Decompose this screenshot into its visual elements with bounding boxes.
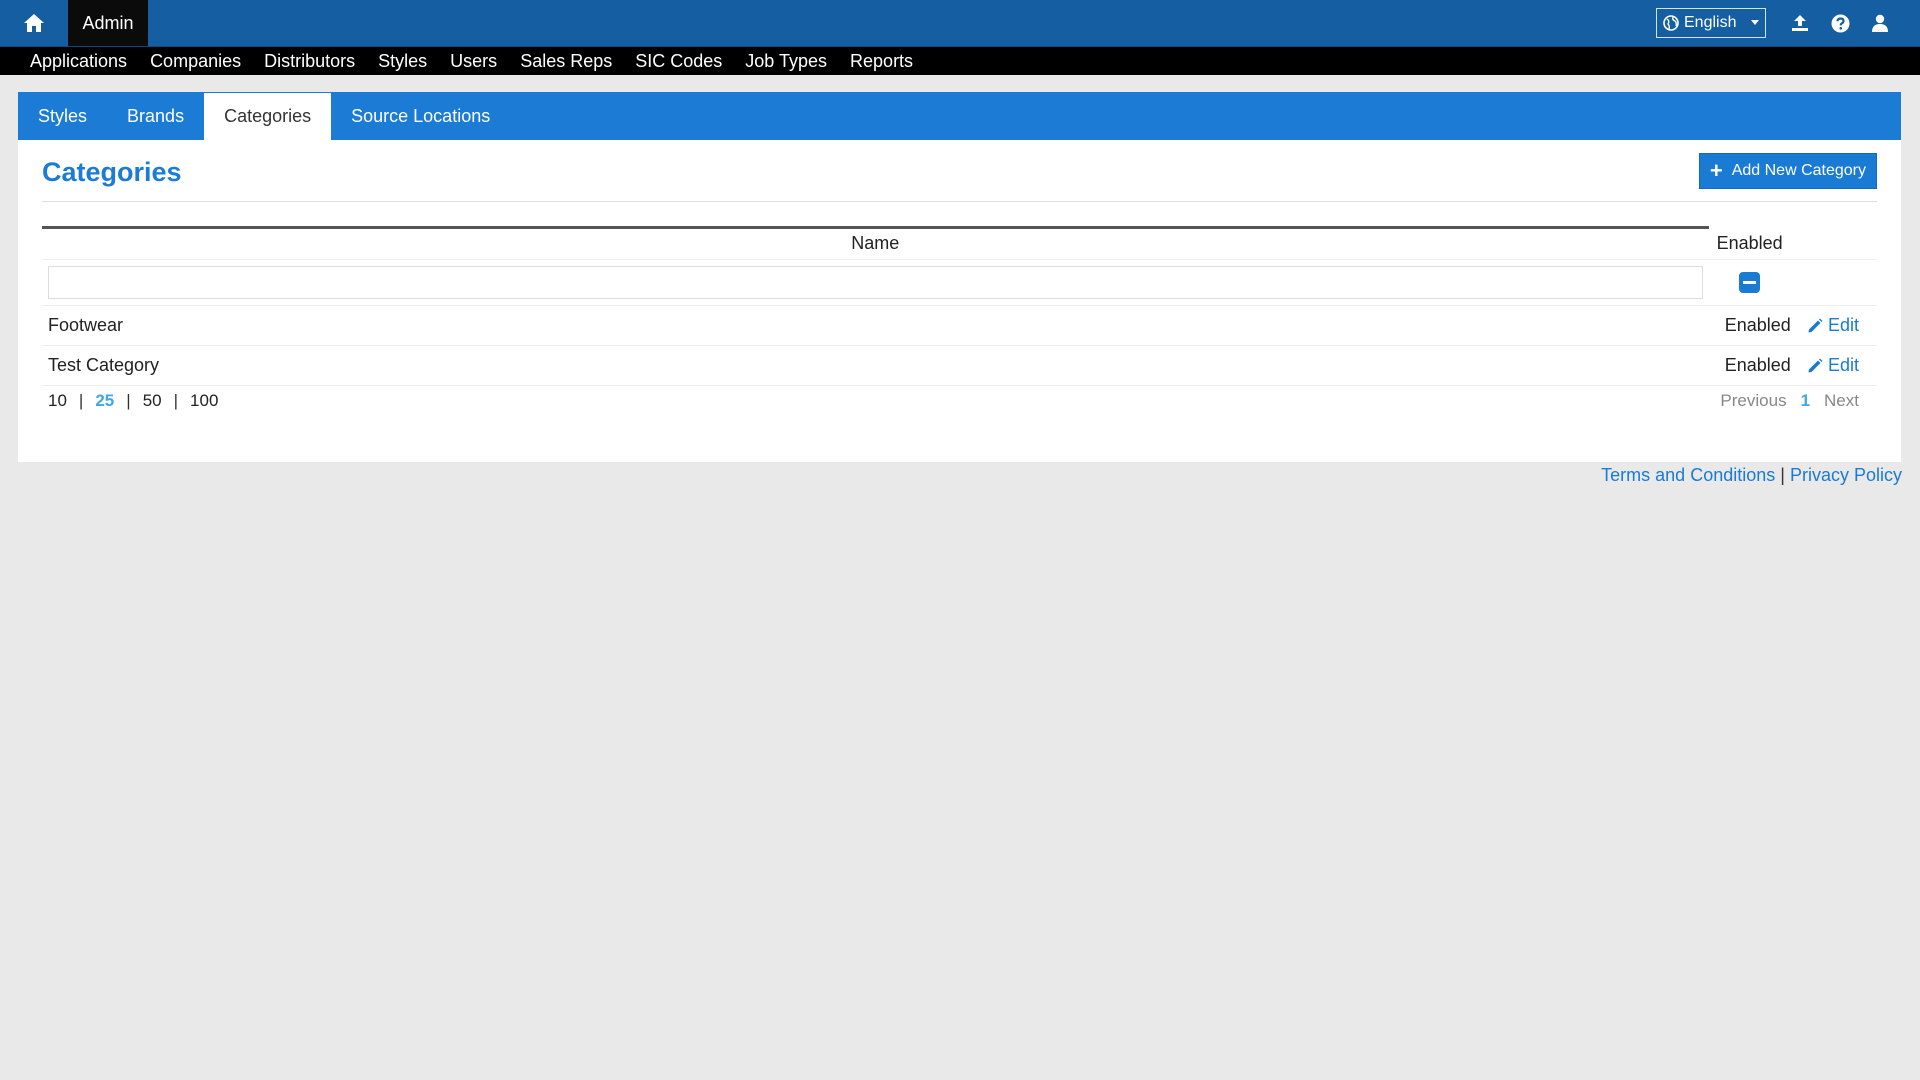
edit-label: Edit: [1827, 315, 1859, 335]
upload-button[interactable]: [1780, 3, 1820, 43]
filter-row: [42, 259, 1877, 306]
categories-panel: Categories + Add New Category Name Enabl…: [18, 140, 1901, 462]
page-size-10[interactable]: 10: [48, 391, 67, 411]
column-header-enabled[interactable]: Enabled: [1709, 228, 1791, 260]
page-size-100[interactable]: 100: [190, 391, 218, 411]
panel-header: Categories + Add New Category: [42, 140, 1877, 202]
top-bar-left: Admin: [0, 0, 148, 46]
page-size-separator: |: [126, 390, 131, 410]
next-page-button[interactable]: Next: [1824, 391, 1859, 411]
home-icon: [24, 14, 44, 32]
enabled-filter-cell: [1708, 259, 1791, 306]
category-name: Test Category: [42, 345, 1709, 386]
home-button[interactable]: [0, 0, 68, 46]
nav-item-companies[interactable]: Companies: [150, 47, 241, 75]
nav-item-sales-reps[interactable]: Sales Reps: [520, 47, 612, 75]
terms-link[interactable]: Terms and Conditions: [1601, 465, 1775, 485]
tab-brands[interactable]: Brands: [107, 92, 204, 140]
tab-categories[interactable]: Categories: [204, 93, 332, 140]
category-status: Enabled: [1708, 305, 1791, 346]
language-select[interactable]: English: [1656, 8, 1766, 38]
page-size-selector: 10 | 25 | 50 | 100: [42, 391, 1709, 411]
pagination-cell: Previous 1 Next: [1708, 385, 1877, 416]
help-icon: [1831, 14, 1849, 32]
pencil-icon: [1808, 318, 1823, 332]
plus-icon: +: [1709, 157, 1723, 183]
table-row: Test Category Enabled Edit: [42, 345, 1877, 386]
row-actions-cell: Edit: [1790, 345, 1877, 386]
categories-table: Name Enabled Footwear Enabled Edit Test …: [42, 226, 1877, 416]
add-new-category-button[interactable]: + Add New Category: [1698, 152, 1877, 189]
tab-source-locations[interactable]: Source Locations: [331, 92, 510, 140]
pager-row: 10 | 25 | 50 | 100 Previous 1 Next: [42, 385, 1877, 416]
add-new-category-label: Add New Category: [1731, 161, 1866, 179]
category-name: Footwear: [42, 305, 1709, 346]
edit-button[interactable]: Edit: [1791, 355, 1877, 376]
user-icon: [1872, 14, 1888, 32]
content-area: Styles Brands Categories Source Location…: [18, 92, 1901, 462]
minus-icon: [1743, 281, 1757, 284]
page-title: Categories: [42, 157, 182, 187]
nav-item-users[interactable]: Users: [450, 47, 497, 75]
pencil-icon: [1808, 358, 1823, 372]
column-header-actions: [1791, 228, 1877, 260]
nav-item-job-types[interactable]: Job Types: [745, 47, 827, 75]
tab-styles[interactable]: Styles: [18, 92, 107, 140]
sub-tabs: Styles Brands Categories Source Location…: [18, 92, 1901, 140]
chevron-down-icon: [1751, 20, 1759, 25]
page-size-cell: 10 | 25 | 50 | 100: [42, 385, 1709, 416]
page-size-separator: |: [78, 390, 84, 410]
enabled-filter-checkbox[interactable]: [1739, 272, 1761, 293]
top-bar-right: English: [1656, 0, 1920, 46]
name-filter-input[interactable]: [48, 266, 1703, 299]
nav-item-sic-codes[interactable]: SIC Codes: [635, 47, 722, 75]
language-select-value: English: [1684, 14, 1737, 31]
column-header-name[interactable]: Name: [42, 226, 1709, 260]
footer-links: Terms and Conditions | Privacy Policy: [1601, 465, 1902, 486]
page-number-1[interactable]: 1: [1801, 391, 1810, 411]
page-size-separator: |: [173, 390, 179, 410]
admin-tab[interactable]: Admin: [68, 0, 148, 46]
nav-item-styles[interactable]: Styles: [378, 47, 427, 75]
page-size-50[interactable]: 50: [143, 391, 162, 411]
nav-item-reports[interactable]: Reports: [850, 47, 913, 75]
name-filter-cell: [42, 259, 1709, 306]
previous-page-button[interactable]: Previous: [1720, 391, 1786, 411]
page-size-25[interactable]: 25: [95, 391, 114, 411]
filter-actions-cell: [1790, 259, 1877, 306]
upload-icon: [1792, 15, 1808, 31]
nav-item-applications[interactable]: Applications: [30, 47, 127, 75]
user-button[interactable]: [1860, 3, 1900, 43]
help-button[interactable]: [1820, 3, 1860, 43]
row-actions-cell: Edit: [1790, 305, 1877, 346]
privacy-link[interactable]: Privacy Policy: [1790, 465, 1902, 485]
globe-icon: [1663, 15, 1679, 31]
edit-label: Edit: [1827, 355, 1859, 375]
category-status: Enabled: [1708, 345, 1791, 386]
top-bar: Admin English: [0, 0, 1920, 47]
table-header-row: Name Enabled: [42, 226, 1877, 260]
nav-item-distributors[interactable]: Distributors: [264, 47, 355, 75]
table-row: Footwear Enabled Edit: [42, 305, 1877, 346]
footer-separator: |: [1780, 465, 1785, 485]
main-nav: Applications Companies Distributors Styl…: [0, 47, 1920, 75]
pagination: Previous 1 Next: [1709, 391, 1877, 411]
edit-button[interactable]: Edit: [1791, 315, 1877, 336]
